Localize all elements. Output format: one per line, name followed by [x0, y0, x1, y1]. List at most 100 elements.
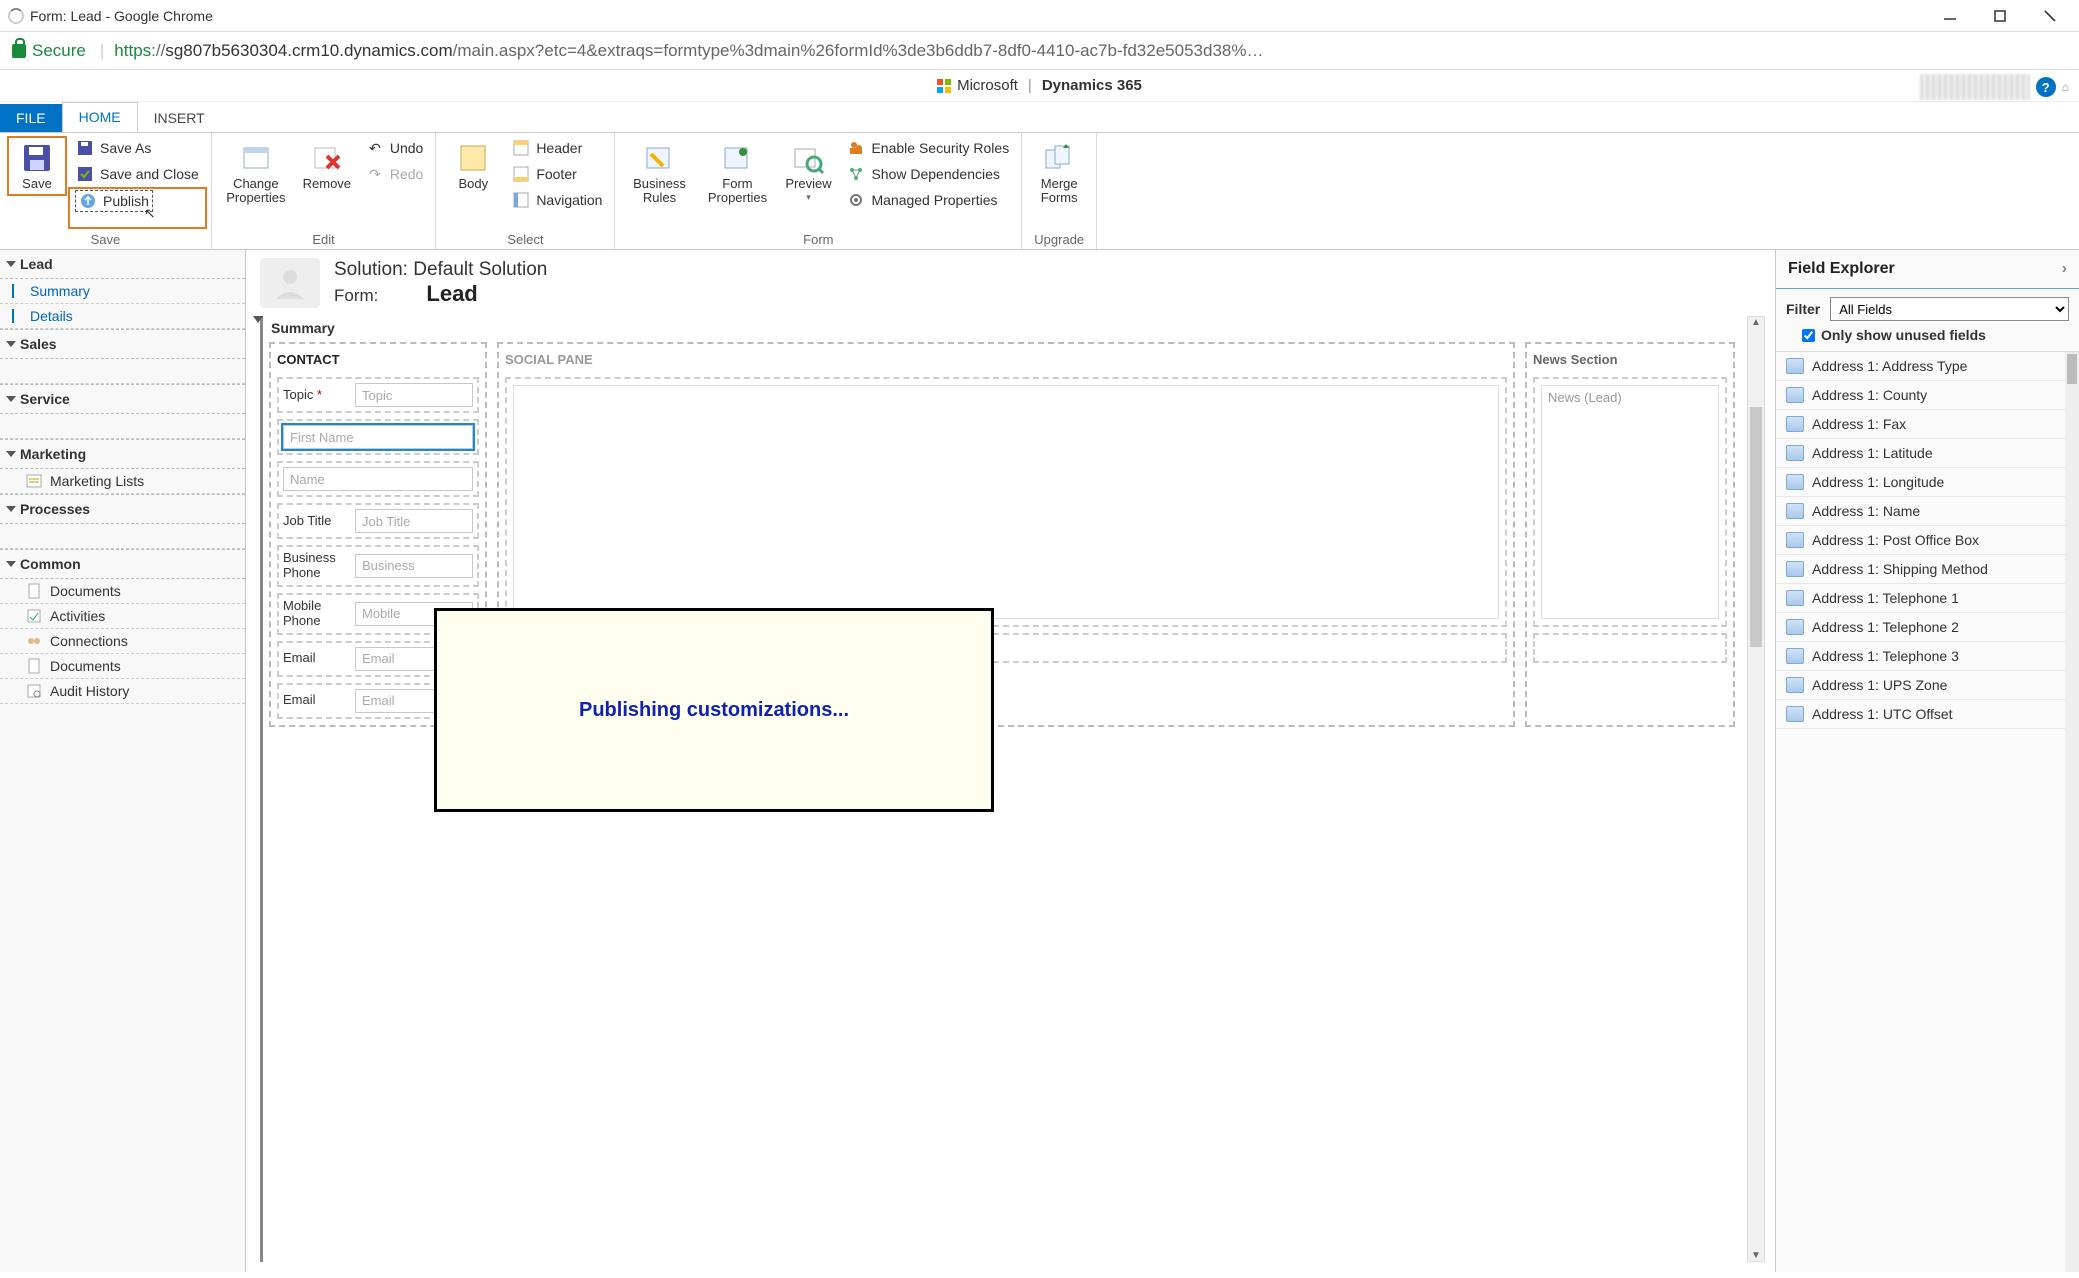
field-list-item[interactable]: Address 1: Address Type	[1776, 352, 2079, 381]
field-list-item[interactable]: Address 1: Longitude	[1776, 468, 2079, 497]
loading-spinner-icon	[8, 8, 24, 24]
nav-group-service[interactable]: Service	[0, 384, 245, 414]
first-name-input[interactable]: First Name	[283, 425, 473, 449]
enable-security-roles-button[interactable]: Enable Security Roles	[843, 137, 1013, 159]
scroll-down-icon[interactable]: ▼	[1748, 1250, 1764, 1261]
name-input[interactable]: Name	[283, 467, 473, 491]
maximize-button[interactable]	[1985, 6, 2015, 26]
only-unused-checkbox[interactable]: Only show unused fields	[1786, 327, 2069, 343]
nav-group-sales[interactable]: Sales	[0, 329, 245, 359]
field-explorer-header[interactable]: Field Explorer ›	[1776, 250, 2079, 289]
scroll-thumb[interactable]	[1750, 407, 1762, 647]
minimize-button[interactable]	[1935, 6, 1965, 26]
redo-button[interactable]: ↷Redo	[362, 163, 427, 185]
nav-item-marketing-lists[interactable]: Marketing Lists	[0, 469, 245, 494]
document-icon	[26, 658, 42, 674]
nav-group-processes[interactable]: Processes	[0, 494, 245, 524]
body-button[interactable]: Body	[444, 137, 502, 195]
group-label-save: Save	[8, 230, 203, 247]
social-pane-field[interactable]	[505, 377, 1507, 627]
change-properties-button[interactable]: Change Properties	[220, 137, 292, 210]
body-icon	[456, 141, 490, 175]
remove-button[interactable]: Remove	[298, 137, 356, 195]
preview-button[interactable]: Preview▾	[779, 137, 837, 207]
field-list-item[interactable]: Address 1: County	[1776, 381, 2079, 410]
merge-forms-icon	[1042, 141, 1076, 175]
only-unused-input[interactable]	[1802, 329, 1815, 342]
merge-forms-button[interactable]: Merge Forms	[1030, 137, 1088, 210]
navigation-button[interactable]: Navigation	[508, 189, 606, 211]
publish-button[interactable]: Publish ↖	[72, 189, 203, 213]
scroll-thumb[interactable]	[2067, 354, 2077, 384]
field-list-item[interactable]: Address 1: Telephone 3	[1776, 642, 2079, 671]
form-properties-button[interactable]: Form Properties	[701, 137, 773, 210]
field-list-item[interactable]: Address 1: Shipping Method	[1776, 555, 2079, 584]
nav-item-summary[interactable]: Summary	[0, 279, 245, 304]
scroll-up-icon[interactable]: ▲	[1748, 317, 1764, 328]
close-button[interactable]	[2035, 6, 2065, 26]
show-dependencies-button[interactable]: Show Dependencies	[843, 163, 1013, 185]
news-field[interactable]: News (Lead)	[1533, 377, 1727, 627]
nav-group-lead[interactable]: Lead	[0, 250, 245, 279]
field-list-scrollbar[interactable]	[2065, 352, 2079, 1272]
bphone-input[interactable]: Business	[355, 554, 473, 578]
audit-icon	[26, 683, 42, 699]
save-as-button[interactable]: Save As	[72, 137, 203, 159]
save-and-close-button[interactable]: Save and Close	[72, 163, 203, 185]
help-icon[interactable]: ?	[2036, 77, 2056, 97]
header-button[interactable]: Header	[508, 137, 606, 159]
user-info[interactable]	[1920, 74, 2030, 100]
field-topic[interactable]: Topic * Topic	[277, 377, 479, 413]
secure-chip: Secure	[12, 41, 86, 61]
address-bar[interactable]: Secure | https://sg807b5630304.crm10.dyn…	[0, 32, 2079, 70]
jobtitle-input[interactable]: Job Title	[355, 509, 473, 533]
undo-icon: ↶	[366, 139, 384, 157]
topic-input[interactable]: Topic	[355, 383, 473, 407]
field-job-title[interactable]: Job Title Job Title	[277, 503, 479, 539]
field-list-item[interactable]: Address 1: Telephone 2	[1776, 613, 2079, 642]
managed-properties-button[interactable]: Managed Properties	[843, 189, 1013, 211]
field-list-item[interactable]: Address 1: UTC Offset	[1776, 700, 2079, 729]
field-list-item[interactable]: Address 1: Name	[1776, 497, 2079, 526]
field-icon	[1786, 358, 1804, 374]
dependencies-icon	[847, 165, 865, 183]
empty-section[interactable]	[1533, 633, 1727, 663]
field-list-item[interactable]: Address 1: UPS Zone	[1776, 671, 2079, 700]
save-icon	[20, 141, 54, 175]
undo-button[interactable]: ↶Undo	[362, 137, 427, 159]
save-label: Save	[22, 177, 52, 191]
nav-item-documents-2[interactable]: Documents	[0, 654, 245, 679]
field-name[interactable]: Name	[277, 461, 479, 497]
footer-button[interactable]: Footer	[508, 163, 606, 185]
tab-file[interactable]: FILE	[0, 104, 62, 132]
form-properties-icon	[720, 141, 754, 175]
tab-insert[interactable]: INSERT	[138, 104, 221, 132]
navigation-icon	[512, 191, 530, 209]
nav-group-marketing[interactable]: Marketing	[0, 439, 245, 469]
nav-item-details[interactable]: Details	[0, 304, 245, 329]
form-name: Lead	[426, 281, 477, 307]
home-icon[interactable]: ⌂	[2062, 80, 2069, 94]
nav-item-connections[interactable]: Connections	[0, 629, 245, 654]
canvas-scrollbar[interactable]: ▲ ▼	[1747, 316, 1765, 1262]
nav-item-documents[interactable]: Documents	[0, 579, 245, 604]
tab-home[interactable]: HOME	[62, 102, 138, 132]
field-list-item[interactable]: Address 1: Post Office Box	[1776, 526, 2079, 555]
field-business-phone[interactable]: Business Phone Business	[277, 545, 479, 587]
brand-dynamics: Dynamics 365	[1042, 77, 1142, 94]
field-list-item[interactable]: Address 1: Fax	[1776, 410, 2079, 439]
business-rules-button[interactable]: Business Rules	[623, 137, 695, 210]
nav-group-common[interactable]: Common	[0, 549, 245, 579]
filter-label: Filter	[1786, 301, 1820, 317]
save-button[interactable]: Save	[8, 137, 66, 195]
filter-select[interactable]: All Fields	[1830, 297, 2069, 321]
field-first-name[interactable]: First Name	[277, 419, 479, 455]
nav-item-audit-history[interactable]: Audit History	[0, 679, 245, 704]
field-icon	[1786, 561, 1804, 577]
nav-placeholder	[0, 414, 245, 439]
nav-item-activities[interactable]: Activities	[0, 604, 245, 629]
field-list-item[interactable]: Address 1: Latitude	[1776, 439, 2079, 468]
news-column[interactable]: News Section News (Lead)	[1525, 342, 1735, 727]
canvas-header: Solution: Default Solution Form:Lead	[246, 250, 1775, 316]
field-list-item[interactable]: Address 1: Telephone 1	[1776, 584, 2079, 613]
